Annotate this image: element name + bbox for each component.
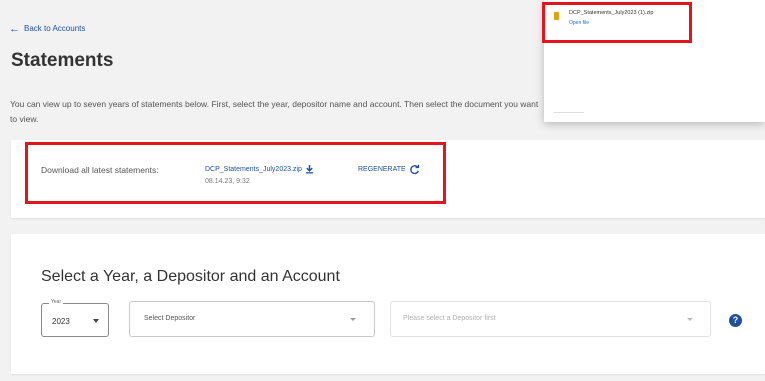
year-field-label: Year: [49, 299, 64, 305]
zip-file-icon: [554, 12, 559, 20]
divider: [554, 112, 584, 113]
arrow-left-icon: ←: [9, 22, 20, 35]
account-placeholder: Please select a Depositor first: [403, 315, 496, 322]
chevron-down-icon: [350, 318, 356, 321]
help-icon[interactable]: ?: [729, 314, 742, 327]
back-to-accounts-link[interactable]: ← Back to Accounts: [9, 22, 86, 35]
browser-download-popup: DCP_Statements_July2023 (1).zip Open fil…: [544, 0, 765, 122]
intro-text: You can view up to seven years of statem…: [10, 99, 539, 124]
page-title: Statements: [11, 50, 114, 71]
refresh-icon: [409, 164, 419, 175]
statement-selector-card: Select a Year, a Depositor and an Accoun…: [11, 234, 765, 374]
chevron-down-icon: [93, 319, 99, 323]
download-timestamp: 08.14.23, 9:32: [205, 178, 250, 185]
download-icon: [305, 165, 313, 174]
download-label: Download all latest statements:: [41, 165, 159, 175]
regenerate-label: REGENERATE: [358, 166, 406, 173]
download-file-name: DCP_Statements_July2023.zip: [205, 166, 302, 173]
open-file-link[interactable]: Open file: [569, 20, 589, 26]
chevron-down-icon: [687, 318, 693, 321]
account-select: Please select a Depositor first: [390, 301, 711, 337]
popup-file-name: DCP_Statements_July2023 (1).zip: [569, 10, 654, 16]
download-statements-card: Download all latest statements: DCP_Stat…: [11, 140, 765, 218]
download-file-link[interactable]: DCP_Statements_July2023.zip: [205, 165, 314, 174]
back-link-label: Back to Accounts: [24, 24, 86, 33]
year-value: 2023: [52, 317, 70, 326]
regenerate-button[interactable]: REGENERATE: [358, 164, 420, 175]
depositor-select[interactable]: Select Depositor: [129, 301, 375, 337]
year-select[interactable]: Year 2023: [41, 299, 109, 337]
selector-heading: Select a Year, a Depositor and an Accoun…: [41, 268, 340, 285]
depositor-placeholder: Select Depositor: [144, 315, 196, 322]
